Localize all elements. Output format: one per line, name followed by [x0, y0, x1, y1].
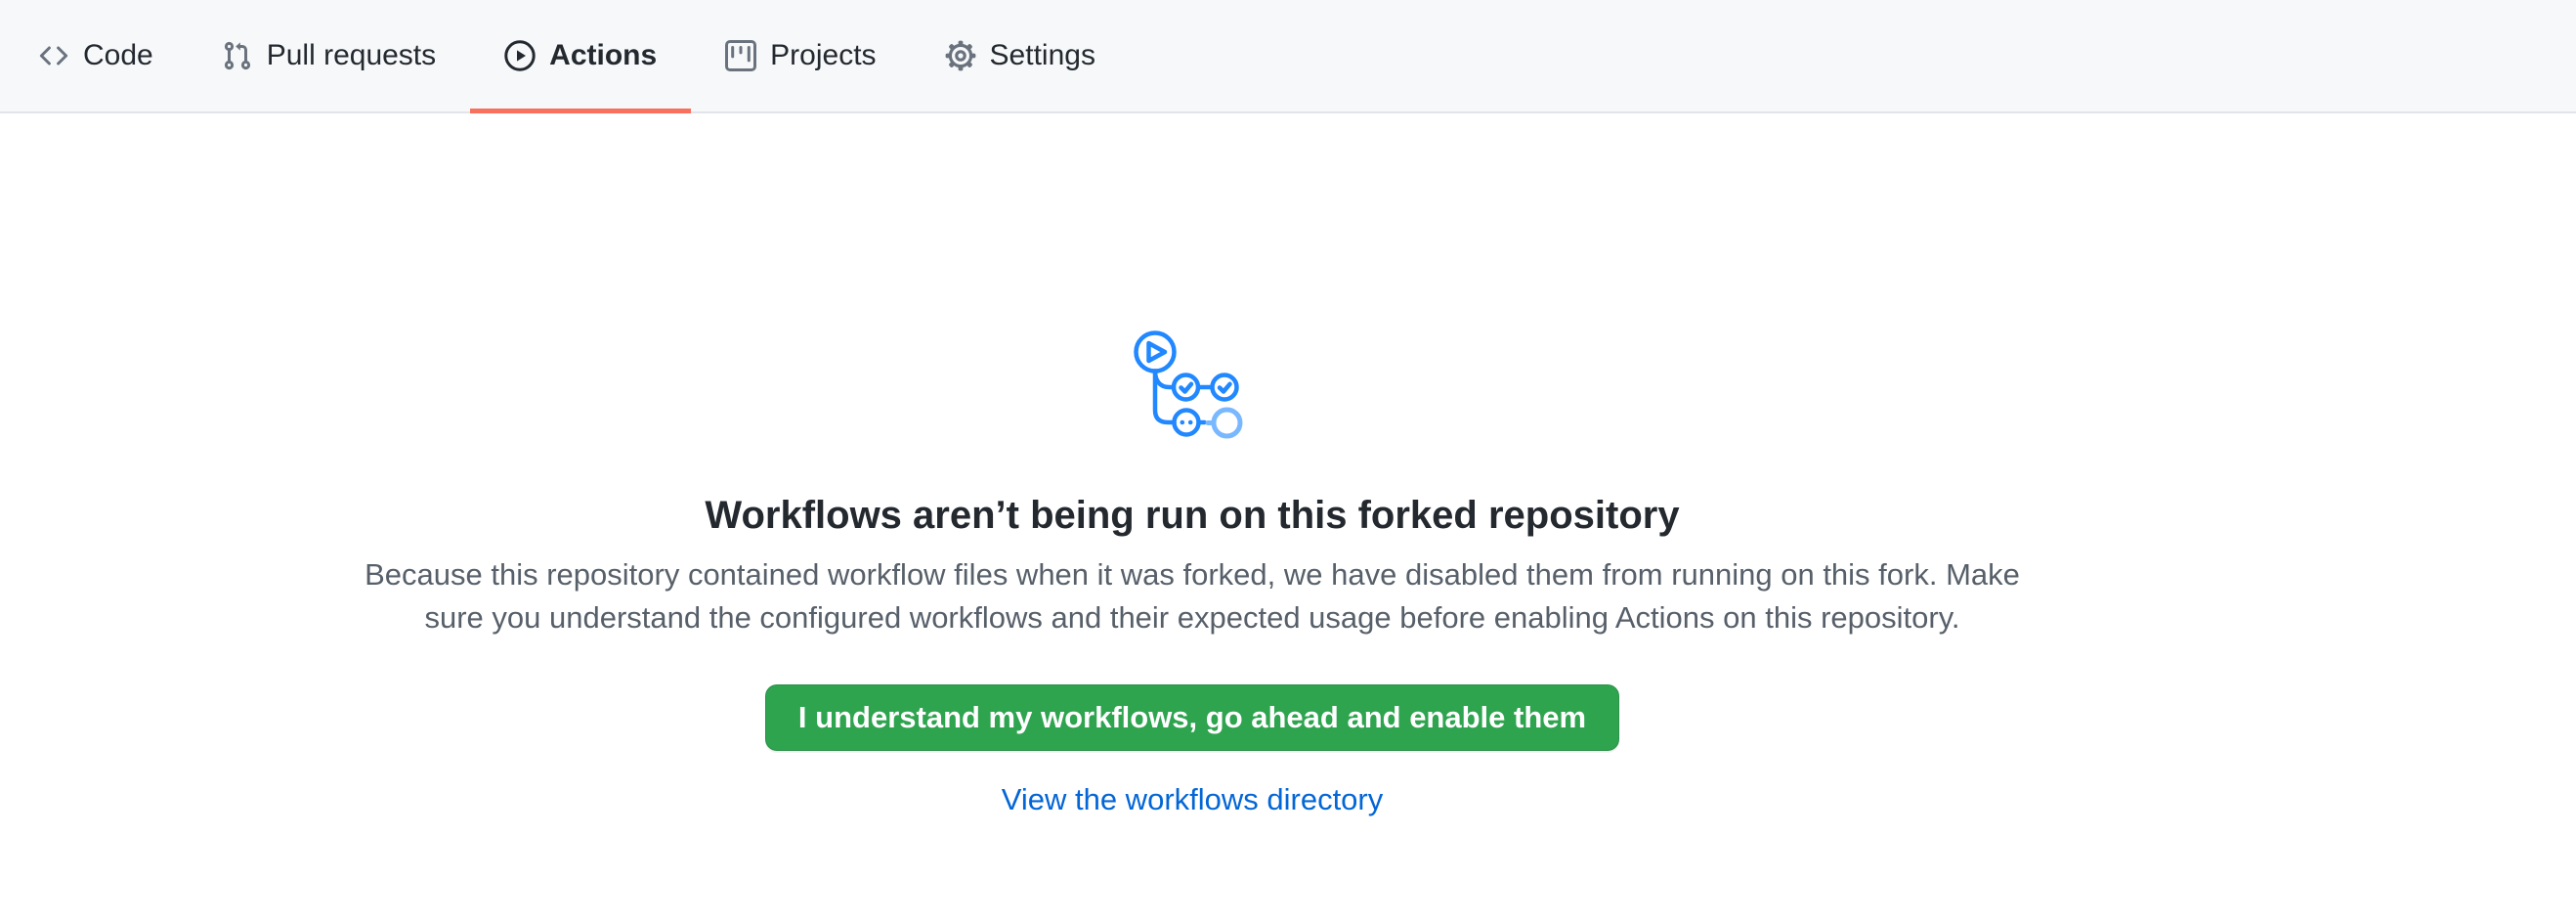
tab-label: Code [83, 41, 153, 70]
blankslate-description-line: sure you understand the configured workf… [365, 596, 2020, 639]
code-icon [38, 40, 69, 71]
tab-label: Settings [990, 41, 1095, 70]
project-icon [725, 40, 756, 71]
enable-workflows-button[interactable]: I understand my workflows, go ahead and … [765, 684, 1619, 751]
tab-settings[interactable]: Settings [911, 0, 1130, 111]
repo-tab-bar: Code Pull requests Actions [0, 0, 2576, 113]
tab-label: Actions [549, 41, 657, 70]
blankslate-heading: Workflows aren’t being run on this forke… [705, 492, 1679, 539]
play-icon [504, 40, 536, 71]
actions-blankslate: Workflows aren’t being run on this forke… [0, 113, 2384, 819]
tab-code[interactable]: Code [4, 0, 188, 111]
git-pull-request-icon [222, 40, 253, 71]
tab-projects[interactable]: Projects [691, 0, 910, 111]
workflow-graph-icon [1119, 317, 1266, 449]
tab-pull-requests[interactable]: Pull requests [188, 0, 470, 111]
tab-label: Pull requests [267, 41, 436, 70]
gear-icon [945, 40, 976, 71]
blankslate-description: Because this repository contained workfl… [365, 553, 2020, 639]
workflows-directory-link[interactable]: View the workflows directory [1002, 780, 1384, 819]
tab-label: Projects [770, 41, 876, 70]
blankslate-description-line: Because this repository contained workfl… [365, 553, 2020, 596]
tab-actions[interactable]: Actions [470, 0, 691, 111]
